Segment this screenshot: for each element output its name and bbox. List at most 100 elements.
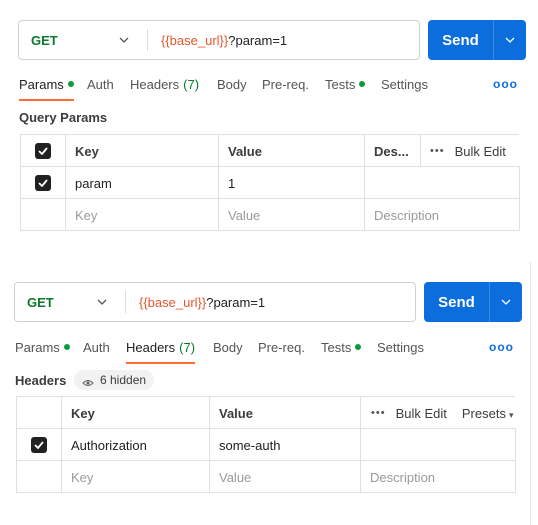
column-header-key: Key xyxy=(66,135,219,167)
tab-params[interactable]: Params xyxy=(15,334,70,360)
tab-prereq[interactable]: Pre-req. xyxy=(258,334,305,360)
tab-auth[interactable]: Auth xyxy=(83,334,110,360)
status-dot xyxy=(67,81,74,87)
send-button-group: Send xyxy=(424,282,522,322)
tab-params[interactable]: Params xyxy=(19,71,74,101)
more-options-icon[interactable]: ooo xyxy=(489,340,514,354)
eye-icon xyxy=(82,376,94,386)
method-select[interactable]: GET xyxy=(27,283,54,321)
url-query: ?param=1 xyxy=(228,32,288,48)
tab-headers[interactable]: Headers (7) xyxy=(130,71,199,97)
tab-prereq[interactable]: Pre-req. xyxy=(262,71,309,97)
active-tab-indicator xyxy=(126,362,196,364)
url-variable: {{base_url}} xyxy=(161,32,229,48)
table-header-row: Key Value Des... ••• Bulk Edit xyxy=(21,135,520,167)
bulk-edit-button[interactable]: Bulk Edit xyxy=(455,144,506,159)
tab-settings[interactable]: Settings xyxy=(381,71,428,97)
url-bar[interactable]: GET {{base_url}} ?param=1 xyxy=(14,282,416,322)
tab-body[interactable]: Body xyxy=(213,334,243,360)
send-button-group: Send xyxy=(428,20,526,60)
presets-dropdown[interactable]: Presets ▾ xyxy=(462,406,514,421)
table-header-row: Key Value ••• Bulk Edit Presets ▾ xyxy=(17,397,516,429)
hidden-count: 6 hidden xyxy=(100,373,147,387)
status-dot xyxy=(63,344,70,350)
table-row: Authorization some-auth xyxy=(17,429,516,461)
request-panel-params: GET {{base_url}} ?param=1 Send Params Aut… xyxy=(0,0,538,245)
tab-tests[interactable]: Tests xyxy=(325,71,366,97)
section-title: Query Params xyxy=(19,110,108,125)
tab-count: (7) xyxy=(183,76,200,92)
key-input[interactable]: Key xyxy=(62,461,210,493)
table-actions: ••• Bulk Edit Presets ▾ xyxy=(371,397,513,429)
send-button[interactable]: Send xyxy=(424,282,489,322)
send-button[interactable]: Send xyxy=(428,20,493,60)
column-header-key: Key xyxy=(62,397,210,429)
url-input[interactable]: {{base_url}} ?param=1 xyxy=(161,21,287,59)
checkmark-icon xyxy=(38,179,48,187)
tab-label: Headers xyxy=(126,339,176,355)
bulk-edit-button[interactable]: Bulk Edit xyxy=(396,406,447,421)
url-bar[interactable]: GET {{base_url}} ?param=1 xyxy=(18,20,420,60)
tab-body[interactable]: Body xyxy=(217,71,247,97)
header-value[interactable]: some-auth xyxy=(210,429,361,461)
empty-checkbox-cell xyxy=(17,461,62,493)
send-options-chevron-icon[interactable] xyxy=(494,20,526,60)
checkmark-icon xyxy=(34,441,44,449)
tab-auth[interactable]: Auth xyxy=(87,71,114,97)
url-variable: {{base_url}} xyxy=(139,294,207,310)
header-checkbox-cell xyxy=(17,397,62,429)
row-checkbox[interactable] xyxy=(31,437,47,453)
url-input[interactable]: {{base_url}} ?param=1 xyxy=(139,283,265,321)
row-checkbox[interactable] xyxy=(35,175,51,191)
request-panel-headers: GET {{base_url}} ?param=1 Send Params Aut… xyxy=(0,262,538,525)
ellipsis-icon[interactable]: ••• xyxy=(371,407,386,419)
active-tab-indicator xyxy=(19,99,74,101)
tab-label: Headers xyxy=(130,76,180,92)
key-input[interactable]: Key xyxy=(66,199,219,231)
chevron-down-icon[interactable] xyxy=(95,283,109,321)
url-divider xyxy=(147,29,148,51)
chevron-down-icon: ▾ xyxy=(508,409,514,420)
tab-settings[interactable]: Settings xyxy=(377,334,424,360)
header-key[interactable]: Authorization xyxy=(62,429,210,461)
value-input[interactable]: Value xyxy=(210,461,361,493)
param-description[interactable] xyxy=(365,167,520,199)
table-row-empty: Key Value Description xyxy=(21,199,520,231)
status-dot xyxy=(355,344,362,350)
description-input[interactable]: Description xyxy=(365,199,520,231)
row-checkbox-cell xyxy=(21,167,66,199)
tab-label: Params xyxy=(19,76,64,92)
empty-checkbox-cell xyxy=(21,199,66,231)
method-select[interactable]: GET xyxy=(31,21,58,59)
url-query: ?param=1 xyxy=(206,294,266,310)
table-row: param 1 xyxy=(21,167,520,199)
headers-table: Key Value ••• Bulk Edit Presets ▾ Authori… xyxy=(16,396,516,493)
request-tabs: Params Auth Headers (7) Body Pre-req. Tes… xyxy=(0,71,538,101)
ellipsis-icon[interactable]: ••• xyxy=(430,145,445,157)
param-value[interactable]: 1 xyxy=(219,167,365,199)
hidden-headers-toggle[interactable]: 6 hidden xyxy=(74,370,155,390)
status-dot xyxy=(359,81,366,87)
param-key[interactable]: param xyxy=(66,167,219,199)
section-title: Headers xyxy=(15,373,67,388)
description-input[interactable]: Description xyxy=(361,461,516,493)
params-table: Key Value Des... ••• Bulk Edit param 1 K… xyxy=(20,134,520,231)
column-header-value: Value xyxy=(219,135,365,167)
request-tabs: Params Auth Headers (7) Body Pre-req. Tes… xyxy=(0,334,538,364)
tab-label: Tests xyxy=(325,76,356,92)
header-description[interactable] xyxy=(361,429,516,461)
tab-tests[interactable]: Tests xyxy=(321,334,362,360)
presets-label: Presets xyxy=(461,405,506,421)
tab-count: (7) xyxy=(179,339,196,355)
more-options-icon[interactable]: ooo xyxy=(493,77,518,91)
tab-label: Tests xyxy=(321,339,352,355)
send-options-chevron-icon[interactable] xyxy=(490,282,522,322)
value-input[interactable]: Value xyxy=(219,199,365,231)
table-actions: ••• Bulk Edit xyxy=(430,135,506,167)
tab-headers[interactable]: Headers (7) xyxy=(126,334,196,364)
chevron-down-icon[interactable] xyxy=(117,21,131,59)
select-all-checkbox[interactable] xyxy=(35,143,51,159)
url-divider xyxy=(125,291,126,313)
row-checkbox-cell xyxy=(17,429,62,461)
tab-label: Params xyxy=(15,339,60,355)
